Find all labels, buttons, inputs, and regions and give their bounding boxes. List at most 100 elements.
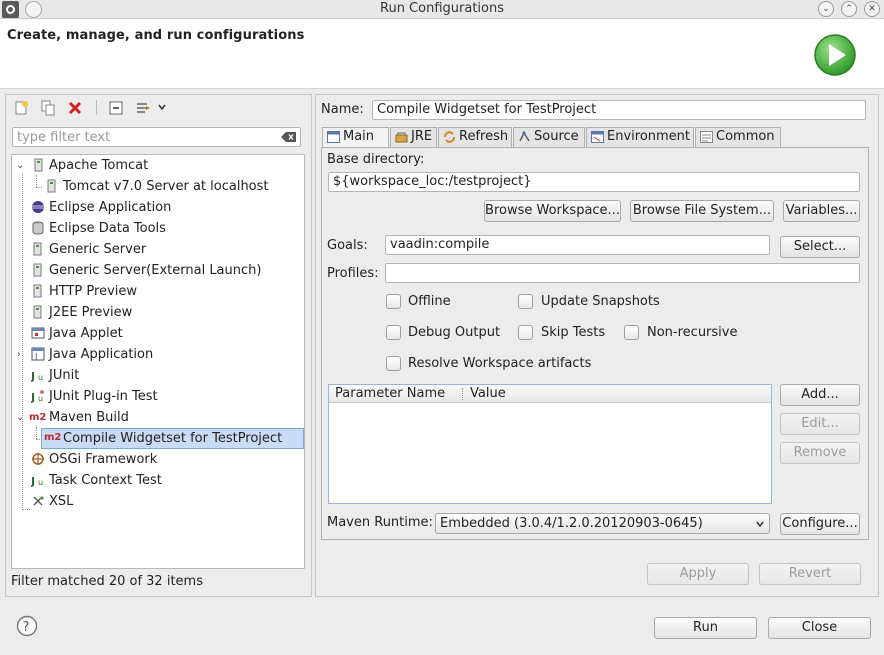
tree-item-eclipse-data-tools[interactable]: Eclipse Data Tools: [12, 218, 302, 239]
tree-item-label: JUnit: [49, 368, 80, 383]
base-directory-label: Base directory:: [327, 152, 425, 167]
tree-item-generic-server-external[interactable]: Generic Server(External Launch): [12, 260, 302, 281]
variables-button[interactable]: Variables...: [783, 200, 860, 222]
edit-parameter-button[interactable]: Edit...: [780, 413, 860, 435]
skip-tests-checkbox[interactable]: [518, 325, 533, 340]
column-header-value[interactable]: Value: [470, 385, 506, 403]
table-header: Parameter Name Value: [329, 385, 771, 403]
configure-runtime-button[interactable]: Configure...: [780, 513, 860, 535]
svg-text:?: ?: [23, 620, 30, 635]
chevron-right-icon[interactable]: ›: [17, 344, 21, 365]
tree-item-compile-widgetset[interactable]: m2 Compile Widgetset for TestProject: [41, 428, 304, 449]
filter-field[interactable]: [12, 127, 301, 147]
tree-item-maven-build[interactable]: ⌄ m2 Maven Build: [12, 407, 302, 428]
svg-text:J: J: [31, 391, 35, 403]
svg-text:u: u: [38, 478, 43, 487]
tree-item-label: Generic Server: [49, 242, 147, 257]
tree-item-junit[interactable]: Ju JUnit: [12, 365, 302, 386]
tree-item-osgi-framework[interactable]: OSGi Framework: [12, 449, 302, 470]
duplicate-icon[interactable]: [40, 100, 56, 116]
apply-button[interactable]: Apply: [647, 563, 749, 585]
source-icon: [519, 131, 530, 142]
profiles-field[interactable]: [385, 263, 860, 283]
tree-item-java-application[interactable]: › J Java Application: [12, 344, 302, 365]
debug-output-checkbox[interactable]: [386, 325, 401, 340]
tab-label: Main: [343, 129, 375, 144]
chevron-down-icon[interactable]: ⌄: [16, 407, 24, 428]
close-button[interactable]: Close: [768, 617, 871, 639]
parameter-table[interactable]: Parameter Name Value: [328, 384, 772, 504]
tree-item-j2ee-preview[interactable]: J2EE Preview: [12, 302, 302, 323]
minimize-icon[interactable]: ⌄: [818, 1, 834, 17]
chevron-down-icon[interactable]: [157, 101, 167, 113]
maven-icon: m2: [29, 412, 47, 423]
resolve-workspace-checkbox[interactable]: [386, 356, 401, 371]
offline-checkbox[interactable]: [386, 294, 401, 309]
tab-main[interactable]: Main: [322, 127, 389, 148]
tab-source[interactable]: Source: [513, 127, 585, 147]
server-icon: [47, 179, 56, 193]
non-recursive-checkbox[interactable]: [624, 325, 639, 340]
name-field[interactable]: Compile Widgetset for TestProject: [372, 100, 866, 120]
osgi-icon: [32, 453, 44, 465]
tree-item-task-context-test[interactable]: Ju Task Context Test: [12, 470, 302, 491]
update-snapshots-checkbox[interactable]: [518, 294, 533, 309]
tree-item-java-applet[interactable]: Java Applet: [12, 323, 302, 344]
filter-status: Filter matched 20 of 32 items: [11, 574, 203, 589]
tree-item-eclipse-application[interactable]: Eclipse Application: [12, 197, 302, 218]
applet-icon: [31, 327, 45, 339]
tree-item-generic-server[interactable]: Generic Server: [12, 239, 302, 260]
add-parameter-button[interactable]: Add...: [780, 384, 860, 406]
junit-icon: Ju: [31, 475, 43, 487]
tree-item-http-preview[interactable]: HTTP Preview: [12, 281, 302, 302]
tab-refresh[interactable]: Refresh: [438, 127, 512, 147]
server-icon: [33, 242, 42, 256]
browse-workspace-button[interactable]: Browse Workspace...: [484, 200, 621, 222]
tab-jre[interactable]: JRE: [390, 127, 437, 147]
delete-icon[interactable]: [67, 100, 83, 116]
collapse-all-icon[interactable]: [108, 100, 124, 116]
server-icon: [33, 284, 42, 298]
svg-text:J: J: [34, 352, 37, 361]
tree-item-xsl[interactable]: XSL: [12, 491, 302, 512]
tree-item-label: HTTP Preview: [49, 284, 138, 299]
select-goals-button[interactable]: Select...: [780, 236, 860, 258]
filter-input[interactable]: [13, 128, 275, 146]
debug-output-label: Debug Output: [408, 325, 501, 340]
chevron-down-icon[interactable]: ⌄: [16, 155, 24, 176]
clear-filter-icon[interactable]: [281, 131, 297, 143]
filter-icon[interactable]: [135, 100, 153, 116]
run-button[interactable]: Run: [654, 617, 757, 639]
goals-label: Goals:: [327, 238, 368, 253]
config-tree[interactable]: ⌄ Apache Tomcat Tomcat v7.0 Server at lo…: [11, 154, 305, 569]
close-icon[interactable]: ✕: [864, 1, 880, 17]
column-header-parameter-name[interactable]: Parameter Name: [335, 385, 445, 403]
tab-environment[interactable]: Environment: [586, 127, 694, 147]
maximize-icon[interactable]: ⌃: [841, 1, 857, 17]
base-directory-field[interactable]: ${workspace_loc:/testproject}: [328, 172, 860, 192]
tree-item-label: Eclipse Application: [49, 200, 172, 215]
revert-button[interactable]: Revert: [759, 563, 861, 585]
tree-item-tomcat-server[interactable]: Tomcat v7.0 Server at localhost: [12, 176, 302, 197]
tree-item-label: Generic Server(External Launch): [49, 263, 262, 278]
tab-common[interactable]: Common: [695, 127, 781, 147]
tree-item-apache-tomcat[interactable]: ⌄ Apache Tomcat: [12, 155, 302, 176]
maven-runtime-select[interactable]: Embedded (3.0.4/1.2.0.20120903-0645): [435, 513, 770, 534]
dialog-header: Create, manage, and run configurations: [0, 19, 884, 89]
help-icon[interactable]: ?: [16, 615, 38, 637]
offline-label: Offline: [408, 294, 451, 309]
junit-plugin-icon: Ju: [31, 390, 44, 403]
browse-file-system-button[interactable]: Browse File System...: [630, 200, 774, 222]
tree-item-junit-plugin-test[interactable]: Ju JUnit Plug-in Test: [12, 386, 302, 407]
server-icon: [33, 263, 42, 277]
tree-item-label: Java Application: [49, 347, 154, 362]
goals-field[interactable]: vaadin:compile: [385, 235, 770, 255]
maven-icon: m2: [44, 432, 62, 443]
tab-label: Common: [716, 129, 775, 144]
tree-item-label: Task Context Test: [49, 473, 162, 488]
column-divider[interactable]: [462, 388, 463, 400]
remove-parameter-button[interactable]: Remove: [780, 442, 860, 464]
new-config-icon[interactable]: [13, 100, 29, 116]
window-title: Run Configurations: [380, 1, 504, 16]
server-icon: [34, 158, 43, 172]
